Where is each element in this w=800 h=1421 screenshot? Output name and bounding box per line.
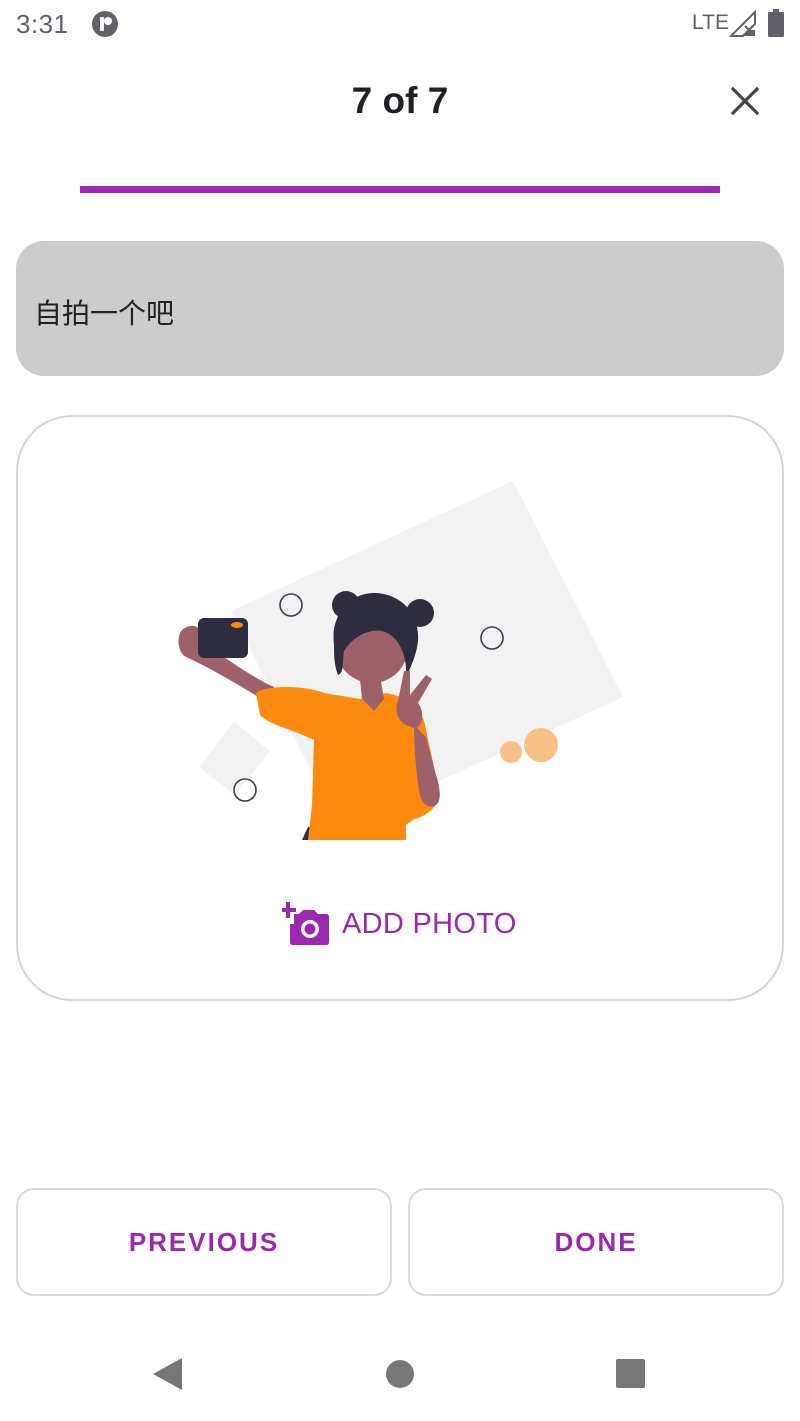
recents-square-icon[interactable] [615, 1358, 646, 1389]
home-circle-icon[interactable] [385, 1359, 415, 1389]
selfie-illustration [178, 481, 623, 840]
progress-fill [80, 186, 720, 193]
prompt-text: 自拍一个吧 [34, 297, 175, 330]
close-icon [730, 86, 760, 116]
done-button[interactable]: DONE [408, 1188, 784, 1296]
step-counter: 7 of 7 [351, 80, 449, 121]
progress-bar [80, 186, 720, 193]
add-photo-button[interactable]: ADD PHOTO [282, 900, 517, 948]
back-triangle-icon[interactable] [150, 1356, 184, 1392]
add-photo-label: ADD PHOTO [342, 907, 517, 940]
status-time: 3:31 [16, 9, 69, 39]
signal-no-service-icon [729, 10, 756, 37]
close-button[interactable] [722, 78, 768, 124]
battery-full-icon [768, 9, 784, 37]
system-navigation-bar [0, 1330, 800, 1421]
previous-button[interactable]: PREVIOUS [16, 1188, 392, 1296]
prompt-card: 自拍一个吧 [16, 241, 784, 376]
app-notification-icon [92, 11, 118, 37]
network-type: LTE [692, 11, 729, 34]
add-a-photo-icon [282, 902, 329, 945]
status-bar: 3:31 LTE [0, 0, 800, 48]
